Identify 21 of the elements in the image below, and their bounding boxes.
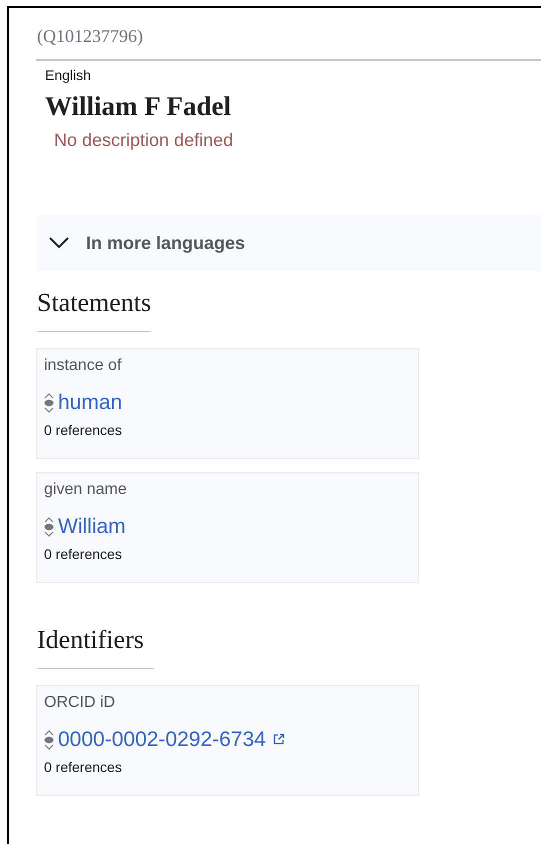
rank-icon[interactable] [44, 516, 54, 538]
section-heading: Statements [37, 287, 152, 332]
value-link[interactable]: 0000-0002-0292-6734 [58, 727, 266, 753]
property-label[interactable]: instance of [44, 355, 411, 377]
references-count[interactable]: 0 references [44, 422, 411, 438]
entity-id: (Q101237796) [36, 8, 541, 61]
property-label[interactable]: given name [44, 479, 411, 501]
rank-icon[interactable] [44, 392, 54, 414]
chevron-icon [48, 236, 70, 250]
external-link-icon [272, 733, 285, 745]
value-link[interactable]: William [58, 514, 126, 540]
rank-icon[interactable] [44, 729, 54, 751]
entity-label: William F Fadel [45, 90, 232, 123]
description-text: No description defined [54, 130, 234, 151]
references-count[interactable]: 0 references [44, 546, 411, 562]
language-label: English [45, 67, 92, 83]
more-languages-toggle[interactable]: In more languages [36, 215, 541, 271]
value-link[interactable]: human [58, 390, 122, 416]
section-heading: Identifiers [37, 624, 154, 669]
references-count[interactable]: 0 references [44, 759, 411, 775]
property-label[interactable]: ORCID iD [44, 692, 411, 714]
